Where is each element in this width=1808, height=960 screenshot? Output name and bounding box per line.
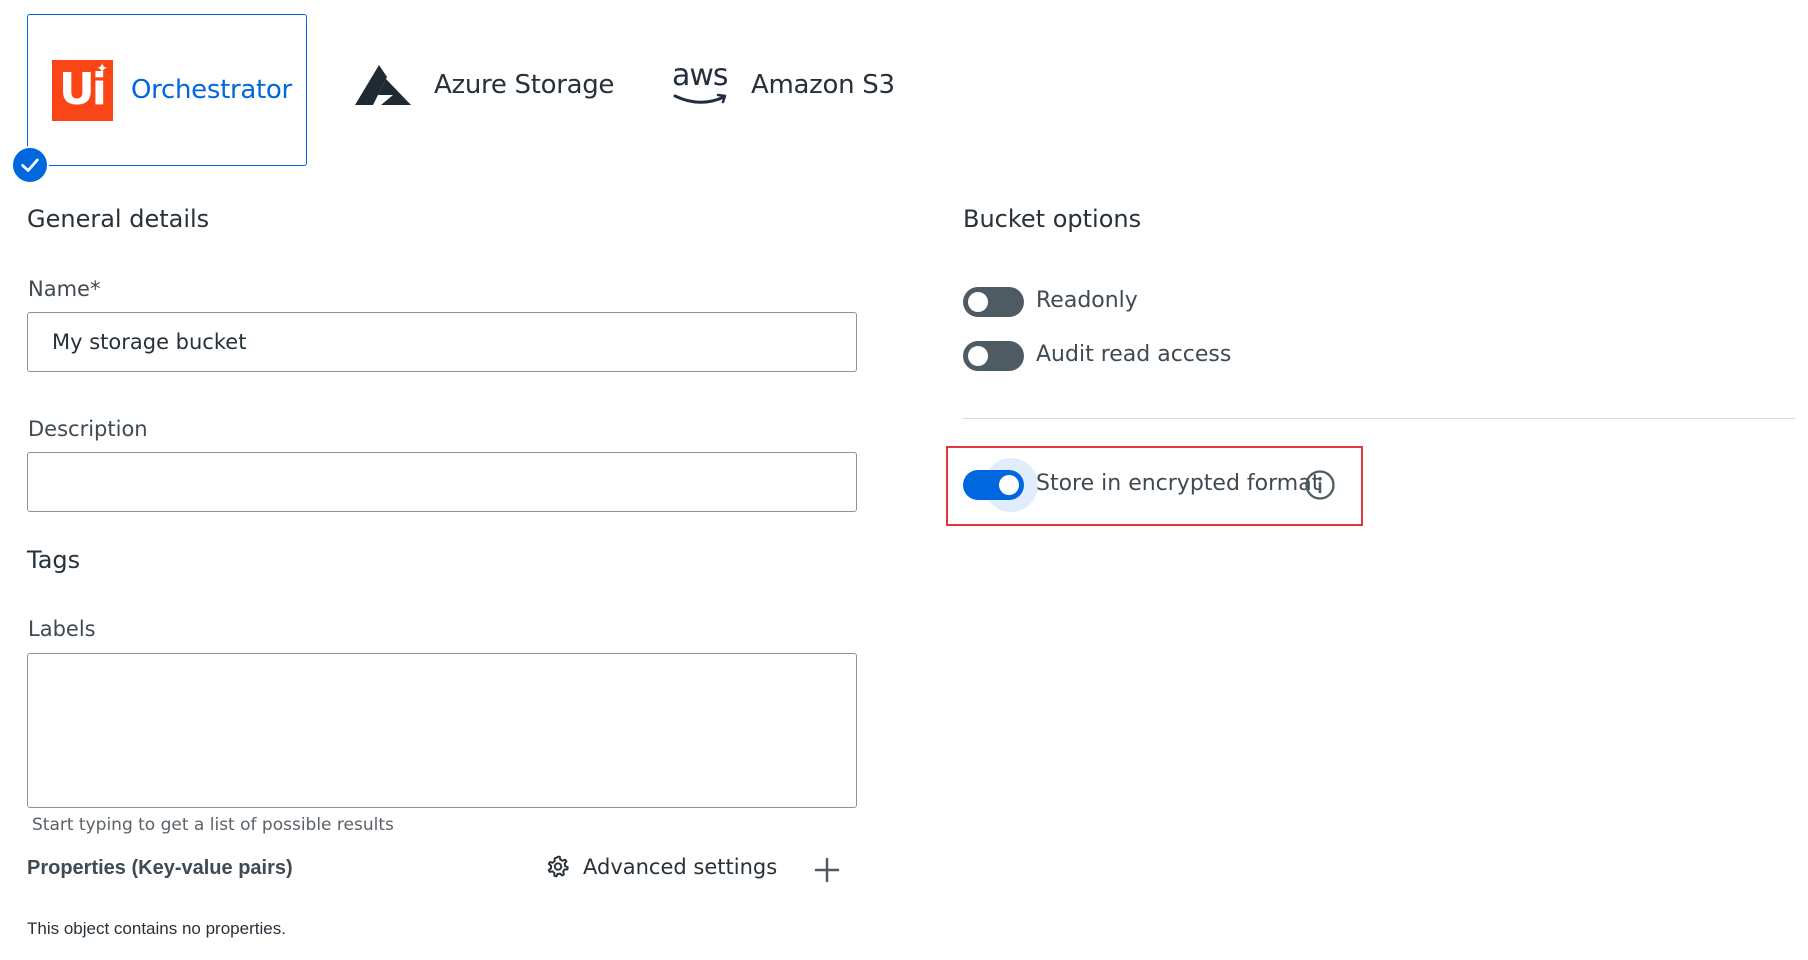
selected-check-icon [11,146,49,184]
labels-label: Labels [28,617,96,641]
gear-icon [547,855,569,878]
audit-read-access-label: Audit read access [1036,342,1232,367]
advanced-settings-label: Advanced settings [583,855,778,879]
provider-card-orchestrator[interactable]: Ui ✦ Orchestrator [27,14,307,166]
labels-input[interactable] [27,653,857,808]
aws-logo-icon: aws [672,58,730,108]
general-details-title: General details [27,205,210,233]
properties-label: Properties (Key-value pairs) [27,857,293,879]
store-encrypted-toggle[interactable] [963,470,1024,500]
description-input[interactable] [27,452,857,512]
name-input-value: My storage bucket [52,330,247,354]
uipath-logo: Ui ✦ [52,59,113,121]
toggle-knob [968,292,988,312]
name-input[interactable]: My storage bucket [27,312,857,372]
no-properties-text: This object contains no properties. [27,919,286,938]
options-divider [963,418,1795,419]
provider-name-orchestrator: Orchestrator [131,75,292,105]
description-label: Description [28,417,148,441]
plus-icon [814,857,840,883]
labels-helper-text: Start typing to get a list of possible r… [32,815,394,835]
name-label: Name* [28,277,101,301]
audit-read-access-toggle[interactable] [963,341,1024,371]
toggle-knob [999,475,1019,495]
toggle-knob [968,346,988,366]
tags-title: Tags [27,546,81,574]
info-icon [1305,470,1335,500]
azure-logo-icon [355,65,411,105]
bucket-options-title: Bucket options [963,205,1142,233]
advanced-settings-button[interactable]: Advanced settings [545,854,777,880]
add-property-button[interactable] [814,857,840,883]
store-encrypted-label: Store in encrypted format [1036,471,1321,496]
provider-name-azure: Azure Storage [434,70,615,100]
provider-name-amazon-s3: Amazon S3 [751,70,895,100]
provider-card-amazon-s3[interactable]: aws Amazon S3 [672,55,895,115]
info-button[interactable] [1304,469,1336,501]
readonly-toggle[interactable] [963,287,1024,317]
provider-card-azure[interactable]: Azure Storage [355,55,614,115]
readonly-label: Readonly [1036,288,1138,313]
